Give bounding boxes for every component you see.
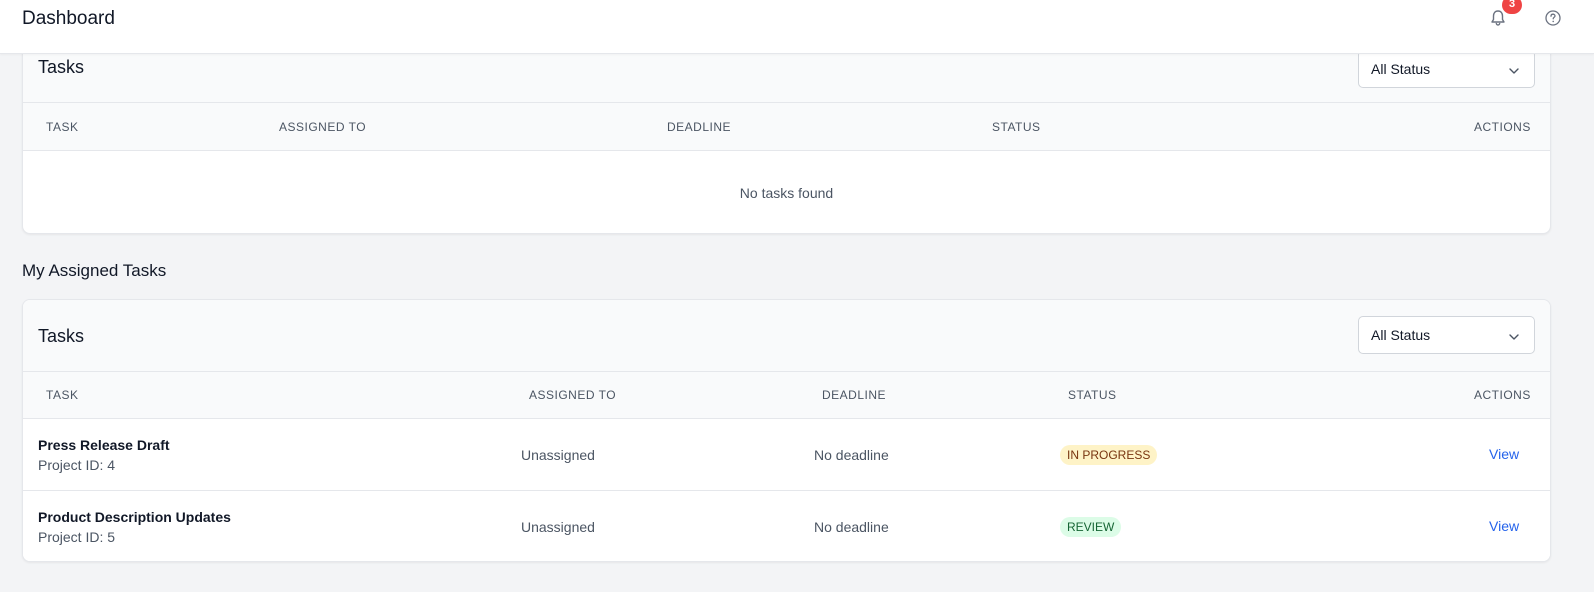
section-title-my-assigned-tasks: My Assigned Tasks xyxy=(22,261,167,280)
assigned-tasks-card: Tasks All Status TASK ASSIGNED TO DEADLI… xyxy=(22,299,1551,562)
top-bar: Dashboard 3 xyxy=(0,0,1594,54)
deadline-value: No deadline xyxy=(814,519,889,535)
deadline-value: No deadline xyxy=(814,447,889,463)
view-task-link[interactable]: View xyxy=(1489,446,1519,462)
task-name[interactable]: Press Release Draft xyxy=(38,437,170,453)
notification-badge: 3 xyxy=(1502,0,1522,14)
column-assigned-to: ASSIGNED TO xyxy=(279,119,367,134)
assigned-card-header: Tasks All Status xyxy=(23,300,1550,372)
help-icon[interactable] xyxy=(1544,9,1562,27)
assigned-to-value: Unassigned xyxy=(521,519,595,535)
column-actions: ACTIONS xyxy=(1474,388,1531,402)
view-task-link[interactable]: View xyxy=(1489,518,1519,534)
column-deadline: DEADLINE xyxy=(667,119,732,134)
column-status: STATUS xyxy=(1068,388,1117,402)
column-actions: ACTIONS xyxy=(1474,119,1531,134)
task-project-id: Project ID: 4 xyxy=(38,457,116,473)
empty-state-message: No tasks found xyxy=(739,185,834,201)
column-status: STATUS xyxy=(992,119,1041,134)
assigned-table-header: TASK ASSIGNED TO DEADLINE STATUS ACTIONS xyxy=(23,372,1550,419)
tasks-card: Tasks All Status TASK ASSIGNED TO DEADLI… xyxy=(22,30,1551,234)
status-filter-value: All Status xyxy=(1371,61,1431,77)
column-deadline: DEADLINE xyxy=(822,388,887,402)
chevron-down-icon xyxy=(1508,64,1520,76)
assigned-to-value: Unassigned xyxy=(521,447,595,463)
assigned-status-filter-select[interactable]: All Status xyxy=(1358,316,1535,354)
table-row: Product Description Updates Project ID: … xyxy=(23,491,1550,561)
status-filter-select[interactable]: All Status xyxy=(1358,50,1535,88)
chevron-down-icon xyxy=(1508,330,1520,342)
page-title: Dashboard xyxy=(22,8,115,29)
column-task: TASK xyxy=(46,388,79,402)
column-assigned-to: ASSIGNED TO xyxy=(529,388,617,402)
tasks-table-header: TASK ASSIGNED TO DEADLINE STATUS ACTIONS xyxy=(23,103,1550,151)
assigned-card-title: Tasks xyxy=(38,326,85,346)
assigned-status-filter-value: All Status xyxy=(1371,327,1431,343)
task-project-id: Project ID: 5 xyxy=(38,529,116,545)
table-row: Press Release Draft Project ID: 4 Unassi… xyxy=(23,419,1550,491)
tasks-card-title: Tasks xyxy=(38,57,85,77)
status-badge: IN PROGRESS xyxy=(1060,445,1158,465)
task-name[interactable]: Product Description Updates xyxy=(38,509,231,525)
column-task: TASK xyxy=(46,119,79,134)
status-badge: REVIEW xyxy=(1060,517,1122,537)
